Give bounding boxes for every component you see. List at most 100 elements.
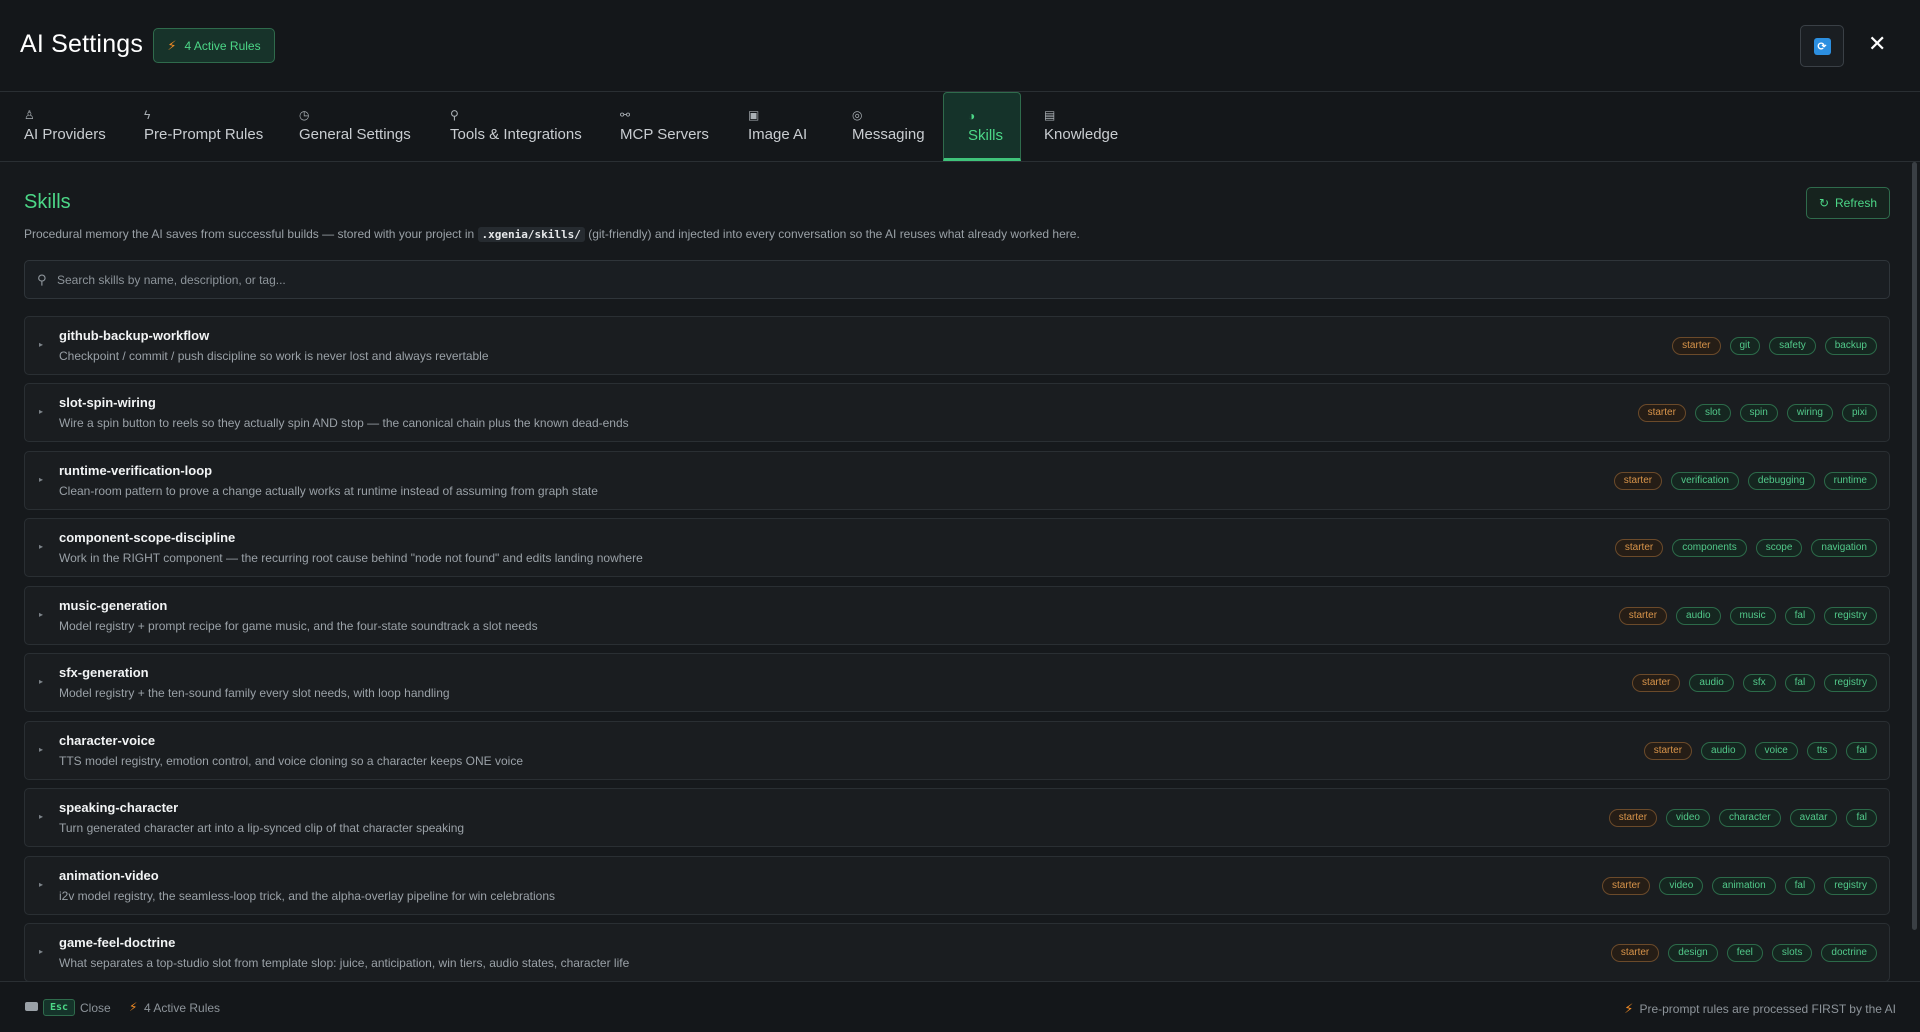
scrollbar[interactable] [1912,162,1917,930]
close-icon[interactable]: ✕ [1868,31,1886,57]
skill-row[interactable]: ▸ speaking-character Turn generated char… [24,788,1890,847]
skill-name: speaking-character [59,800,179,815]
chevron-right-icon[interactable]: ▸ [39,610,43,619]
book-icon: ▤ [1044,108,1056,122]
skill-row[interactable]: ▸ runtime-verification-loop Clean-room p… [24,451,1890,510]
skill-tag: fal [1846,809,1877,827]
skill-tag: doctrine [1821,944,1877,962]
skill-row[interactable]: ▸ animation-video i2v model registry, th… [24,856,1890,915]
skill-tags: starter video animation fal registry [1602,877,1877,895]
active-rules-badge[interactable]: ⚡ 4 Active Rules [153,28,275,63]
skill-name: character-voice [59,733,156,748]
active-rules-count: 4 Active Rules [144,1001,221,1015]
section-description: Procedural memory the AI saves from succ… [24,227,1080,242]
skill-tag: starter [1618,607,1668,625]
skill-tag: fal [1784,877,1816,895]
skill-tag: verification [1671,472,1739,490]
skill-tag: fal [1784,674,1816,692]
skill-tag: video [1666,809,1710,827]
skill-row[interactable]: ▸ github-backup-workflow Checkpoint / co… [24,316,1890,375]
search-icon: ⚲ [37,272,47,287]
footer-note-text: Pre-prompt rules are processed FIRST by … [1639,1002,1896,1016]
skill-description: Model registry + the ten-sound family ev… [59,686,450,700]
skill-tag: fal [1846,742,1877,760]
refresh-icon: ↻ [1818,196,1830,210]
footer-note: ⚡ Pre-prompt rules are processed FIRST by… [1624,1001,1896,1017]
tab-image-ai[interactable]: ▣ Image AI [724,92,831,161]
skill-tag: starter [1672,337,1721,355]
tab-ai-providers[interactable]: ♙ AI Providers [0,92,130,161]
skill-row[interactable]: ▸ character-voice TTS model registry, em… [24,721,1890,780]
tab-messaging[interactable]: ◎ Messaging [828,92,949,161]
skill-tag: feel [1726,944,1763,962]
tab-label: MCP Servers [620,126,709,143]
tab-general-settings[interactable]: ◷ General Settings [275,92,435,161]
chat-icon: ◎ [852,108,863,122]
chevron-right-icon[interactable]: ▸ [39,542,43,551]
skill-tag: pixi [1841,404,1877,422]
skill-tags: starter slot spin wiring pixi [1637,404,1877,422]
skill-tags: starter audio voice tts fal [1643,742,1877,760]
skill-tag: sfx [1742,674,1776,692]
tab-mcp-servers[interactable]: ⚯ MCP Servers [596,92,733,161]
skill-tag: audio [1701,742,1746,760]
tab-label: Image AI [748,126,808,143]
skill-description: Work in the RIGHT component — the recurr… [59,551,643,565]
chevron-right-icon[interactable]: ▸ [39,947,43,956]
keyboard-icon [25,1002,38,1011]
skill-tags: starter design feel slots doctrine [1610,944,1877,962]
skill-tag: tts [1806,742,1838,760]
skill-row[interactable]: ▸ music-generation Model registry + prom… [24,586,1890,645]
skill-name: game-feel-doctrine [59,935,176,950]
skill-description: What separates a top-studio slot from te… [59,956,630,970]
tab-skills[interactable]: ◑ Skills [943,92,1021,161]
bolt-icon: ϟ [144,108,151,122]
chevron-right-icon[interactable]: ▸ [39,745,43,754]
refresh-button[interactable]: ↻ Refresh [1806,187,1890,219]
skill-tag: starter [1643,742,1693,760]
tab-label: Skills [968,127,1004,144]
tab-tools-integrations[interactable]: ⚲ Tools & Integrations [426,92,606,161]
active-rules-label: 4 Active Rules [184,38,261,53]
skill-row[interactable]: ▸ component-scope-discipline Work in the… [24,518,1890,577]
skill-row[interactable]: ▸ slot-spin-wiring Wire a spin button to… [24,383,1890,442]
wrench-icon: ⚲ [450,108,459,122]
tab-pre-prompt-rules[interactable]: ϟ Pre-Prompt Rules [120,92,287,161]
skill-tag: backup [1824,337,1877,355]
chevron-right-icon[interactable]: ▸ [39,407,43,416]
skill-tag: avatar [1789,809,1838,827]
chevron-right-icon[interactable]: ▸ [39,475,43,484]
chevron-right-icon[interactable]: ▸ [39,340,43,349]
search-input[interactable] [57,261,1857,298]
skill-tag: audio [1689,674,1734,692]
skill-name: animation-video [59,868,159,883]
skill-description: Wire a spin button to reels so they actu… [59,416,629,430]
tab-knowledge[interactable]: ▤ Knowledge [1020,92,1142,161]
sync-button[interactable]: ⟳ [1800,25,1844,67]
skill-tag: audio [1676,607,1721,625]
skill-tag: animation [1712,877,1776,895]
image-icon: ▣ [748,108,760,122]
skills-search[interactable]: ⚲ [24,260,1890,299]
skill-description: Model registry + prompt recipe for game … [59,619,538,633]
chevron-right-icon[interactable]: ▸ [39,677,43,686]
chevron-right-icon[interactable]: ▸ [39,812,43,821]
skill-tags: starter git safety backup [1672,337,1877,355]
skill-tag: starter [1613,472,1663,490]
section-title: Skills [24,191,71,213]
skill-tags: starter verification debugging runtime [1613,472,1877,490]
skill-tags: starter audio sfx fal registry [1632,674,1877,692]
skill-tag: spin [1739,404,1778,422]
skill-tag: wiring [1786,404,1833,422]
skill-tag: registry [1824,607,1877,625]
settings-header: AI Settings ⚡ 4 Active Rules ⟳ ✕ [0,0,1920,92]
tab-label: General Settings [299,126,411,143]
skill-tag: navigation [1811,539,1877,557]
skill-row[interactable]: ▸ game-feel-doctrine What separates a to… [24,923,1890,982]
skill-tag: scope [1755,539,1803,557]
chevron-right-icon[interactable]: ▸ [39,880,43,889]
skill-row[interactable]: ▸ sfx-generation Model registry + the te… [24,653,1890,712]
user-icon: ♙ [24,108,35,122]
close-hint: Close [80,1001,111,1015]
skill-tag: git [1729,337,1761,355]
